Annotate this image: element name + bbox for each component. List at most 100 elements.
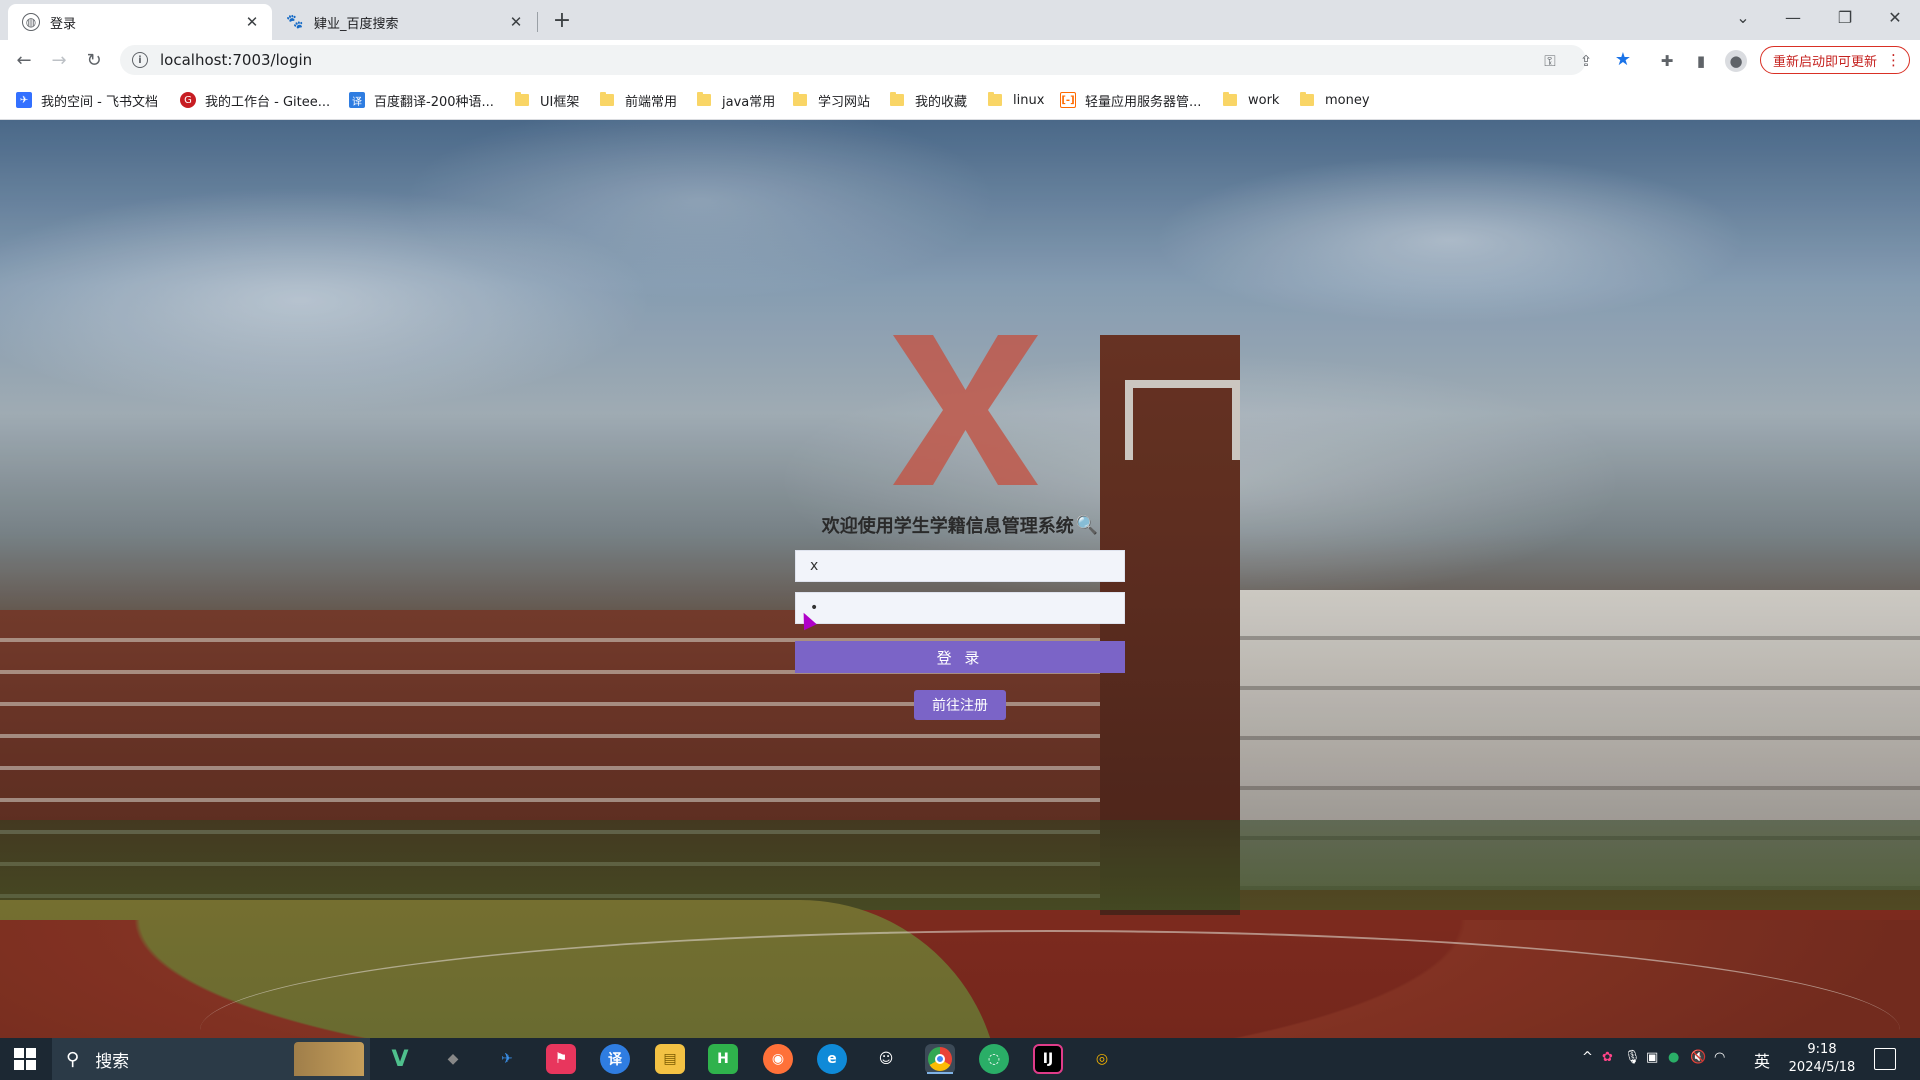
bookmark-label: 轻量应用服务器管... [1085,94,1202,110]
flag-app-icon[interactable]: ⚑ [546,1044,576,1074]
gitbash-app-icon[interactable]: ◆ [438,1044,468,1074]
bookmark-folder-ui[interactable]: UI框架 [515,90,579,110]
close-window-button[interactable]: ✕ [1872,0,1918,34]
side-panel-icon[interactable]: ▮ [1690,50,1712,72]
bookmark-label: 百度翻译-200种语... [374,94,494,110]
profile-icon[interactable]: ● [1725,50,1747,72]
folder-icon [793,92,807,106]
firefox-app-icon[interactable]: ◉ [763,1044,793,1074]
extensions-icon[interactable]: ✚ [1656,50,1678,72]
folder-icon [1223,92,1237,106]
bookmark-folder-linux[interactable]: linux [988,90,1044,110]
qq-app-icon[interactable]: ☺ [871,1044,901,1074]
taskbar: ⚲ 搜索 V ◆ ✈ ⚑ 译 ▤ H ◉ e ☺ ◌ IJ ◎ ^ ✿ 🎙 ▣ … [0,1038,1920,1080]
update-button[interactable]: 重新启动即可更新 ⋮ [1760,46,1910,74]
globe-icon: ◍ [22,13,40,31]
bookmark-folder-favorites[interactable]: 我的收藏 [890,90,967,110]
wechat-tray-icon[interactable]: ● [1668,1050,1679,1065]
tab-separator [537,12,538,32]
windows-start-icon[interactable] [14,1048,36,1070]
tab-title: 登录 [50,16,77,32]
bookmark-label: 学习网站 [818,94,871,110]
active-indicator [927,1072,953,1074]
close-icon[interactable]: ✕ [242,12,262,32]
bookmark-label: 我的空间 - 飞书文档 [41,94,158,110]
bookmark-lightweight-server[interactable]: [-] 轻量应用服务器管... [1060,90,1201,110]
folder-icon [600,92,614,106]
key-icon[interactable]: ⚿ [1540,51,1560,71]
tab-login[interactable]: ◍ 登录 ✕ [8,4,272,40]
forward-icon[interactable]: → [45,46,73,74]
search-icon: ⚲ [66,1048,80,1070]
close-icon[interactable]: ✕ [506,12,526,32]
address-bar[interactable]: i localhost:7003/login ⚿ ⇪ [120,45,1592,75]
baidu-paw-icon: 🐾 [286,14,304,30]
clock-time: 9:18 [1807,1042,1837,1057]
volume-muted-icon[interactable]: 🔇 [1690,1050,1706,1065]
microphone-icon[interactable]: 🎙 [1624,1050,1641,1065]
wifi-icon[interactable]: ◠ [1714,1050,1725,1065]
bookmark-label: 我的工作台 - Gitee... [205,94,331,110]
info-icon[interactable]: i [132,52,148,68]
bookmark-folder-study[interactable]: 学习网站 [793,90,870,110]
taskbar-search[interactable]: ⚲ 搜索 [52,1038,370,1080]
star-icon[interactable]: ★ [1612,48,1634,70]
bookmark-folder-java[interactable]: java常用 [697,90,775,110]
bookmarks-bar: ✈ 我的空间 - 飞书文档 G 我的工作台 - Gitee... 译 百度翻译-… [0,80,1920,120]
system-clock[interactable]: 9:18 2024/5/18 [1782,1041,1862,1077]
restore-button[interactable]: ❐ [1822,0,1868,34]
hbuilder-app-icon[interactable]: H [708,1044,738,1074]
folder-icon [1300,92,1314,106]
bookmark-baidu-translate[interactable]: 译 百度翻译-200种语... [349,90,494,110]
folder-icon [988,92,1002,106]
browser-toolbar: ← → ↻ i localhost:7003/login ⚿ ⇪ ★ ✚ ▮ ●… [0,40,1920,80]
folder-icon [515,92,529,106]
notification-icon[interactable] [1874,1048,1896,1070]
tray-overflow-icon[interactable]: ^ [1582,1050,1593,1065]
bookmark-feishu[interactable]: ✈ 我的空间 - 飞书文档 [16,90,158,110]
update-label: 重新启动即可更新 [1773,54,1878,70]
menu-dots-icon[interactable]: ⋮ [1886,51,1901,69]
vue-app-icon[interactable]: V [385,1044,415,1074]
magnifier-icon: 🔍 [1075,514,1099,536]
new-tab-button[interactable]: + [548,6,576,34]
chrome-icon [928,1047,952,1071]
minimize-button[interactable]: — [1770,0,1816,34]
logo-x-icon [893,335,1038,485]
bookmark-gitee[interactable]: G 我的工作台 - Gitee... [180,90,330,110]
bookmark-label: UI框架 [540,94,580,110]
network-card-icon[interactable]: ▣ [1646,1050,1658,1065]
register-button[interactable]: 前往注册 [914,690,1006,720]
tray-app-icon[interactable]: ✿ [1602,1050,1613,1065]
search-highlight-image [294,1042,364,1076]
bookmark-folder-money[interactable]: money [1300,90,1370,110]
bookmark-folder-frontend[interactable]: 前端常用 [600,90,677,110]
ime-indicator[interactable]: 英 [1754,1048,1770,1072]
bookmark-folder-work[interactable]: work [1223,90,1279,110]
bookmark-label: java常用 [722,94,776,110]
address-url[interactable]: localhost:7003/login [160,51,312,69]
share-icon[interactable]: ⇪ [1576,51,1596,71]
file-explorer-icon[interactable]: ▤ [655,1044,685,1074]
wechat-app-icon[interactable]: ◌ [979,1044,1009,1074]
login-button[interactable]: 登 录 [795,641,1125,673]
password-input[interactable] [795,592,1125,624]
login-form: 欢迎使用学生学籍信息管理系统 🔍 登 录 前往注册 [795,508,1125,720]
clock-date: 2024/5/18 [1788,1060,1856,1075]
reload-icon[interactable]: ↻ [80,46,108,74]
bookmark-label: work [1248,92,1280,108]
tab-search-icon[interactable]: ⌄ [1720,0,1766,34]
edge-app-icon[interactable]: e [817,1044,847,1074]
intellij-app-icon[interactable]: IJ [1033,1044,1063,1074]
chrome-app-icon[interactable] [925,1044,955,1074]
username-input[interactable] [795,550,1125,582]
back-icon[interactable]: ← [10,46,38,74]
translate-app-icon[interactable]: 译 [600,1044,630,1074]
tab-baidu-search[interactable]: 🐾 肄业_百度搜索 ✕ [272,4,536,40]
page-viewport: 欢迎使用学生学籍信息管理系统 🔍 登 录 前往注册 [0,120,1920,1038]
bookmark-label: money [1325,92,1370,108]
feishu-app-icon[interactable]: ✈ [492,1044,522,1074]
paint-app-icon[interactable]: ◎ [1087,1044,1117,1074]
folder-icon [697,92,711,106]
aliyun-icon: [-] [1060,92,1076,108]
